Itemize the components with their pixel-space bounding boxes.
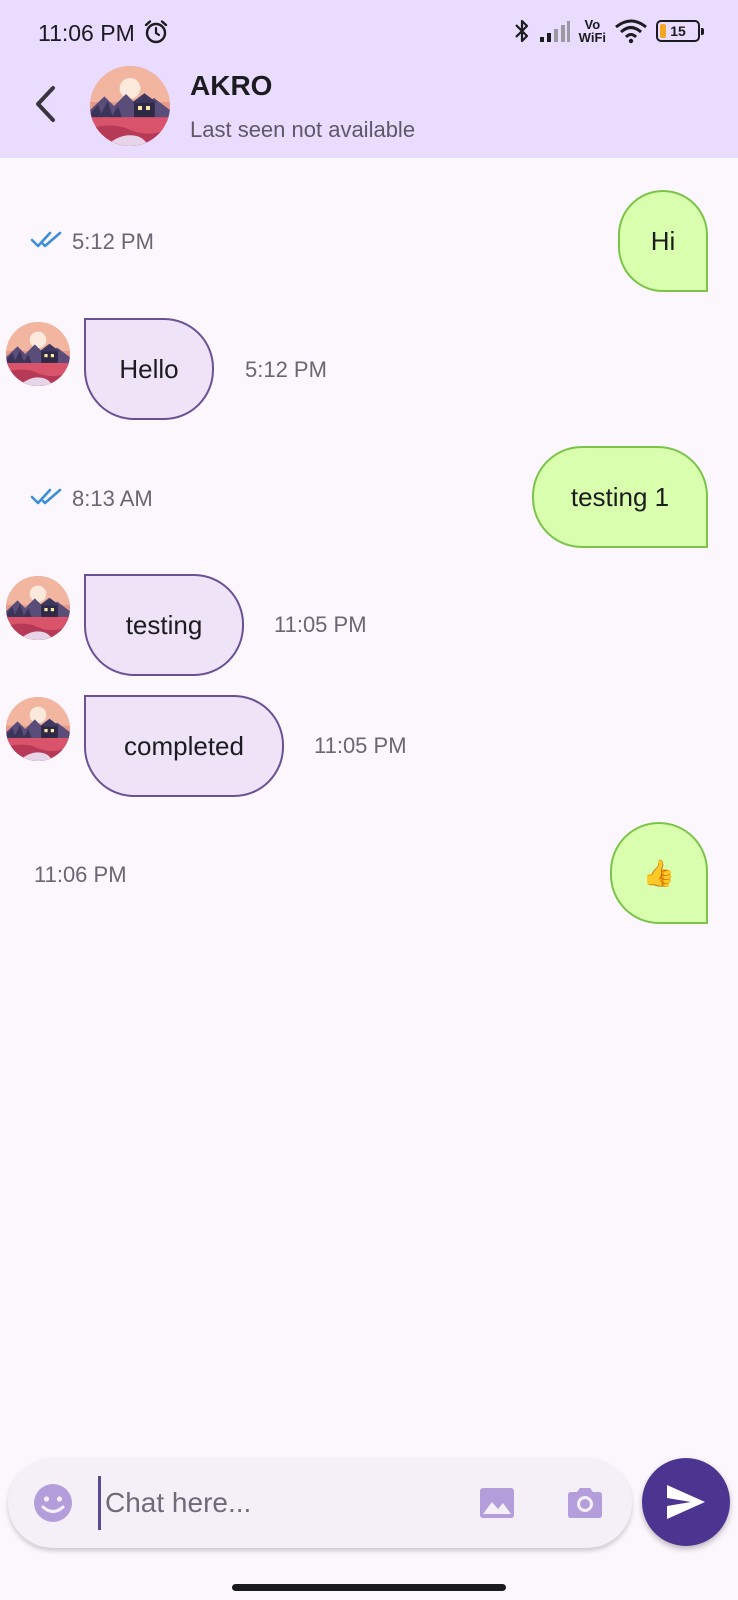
avatar-image: [6, 576, 70, 640]
message-time: 8:13 AM: [72, 486, 153, 511]
emoji-icon[interactable]: [32, 1482, 74, 1524]
status-time: 11:06 PM: [38, 20, 135, 46]
message-emoji: 👍: [642, 857, 676, 888]
message-time: 5:12 PM: [72, 229, 154, 254]
camera-icon[interactable]: [564, 1482, 606, 1524]
message-composer: [8, 1458, 632, 1548]
alarm-icon: [144, 20, 168, 44]
outgoing-message-bubble[interactable]: Hi: [618, 190, 708, 292]
app-header: 11:06 PM Vo WiFi 15 AKRO Last seen not a…: [0, 0, 738, 158]
bluetooth-icon: [514, 19, 528, 43]
outgoing-message-bubble[interactable]: 👍: [610, 822, 708, 924]
gallery-icon[interactable]: [476, 1482, 518, 1524]
send-icon: [667, 1485, 705, 1519]
sender-avatar[interactable]: [6, 322, 70, 386]
avatar-image: [6, 322, 70, 386]
signal-icon: [539, 21, 570, 42]
incoming-message-bubble[interactable]: testing: [84, 574, 244, 676]
back-arrow-icon: [36, 86, 55, 122]
avatar-image: [6, 697, 70, 761]
back-button[interactable]: [26, 80, 66, 128]
message-text: Hello: [119, 353, 179, 384]
home-indicator[interactable]: [232, 1584, 506, 1591]
status-icons: Vo WiFi 15: [513, 16, 704, 46]
incoming-message-bubble[interactable]: Hello: [84, 318, 214, 420]
read-receipt-icon: [30, 488, 62, 505]
send-button[interactable]: [642, 1458, 730, 1546]
message-text: completed: [124, 730, 244, 761]
sender-avatar[interactable]: [6, 697, 70, 761]
avatar-image: [90, 66, 170, 146]
sender-avatar[interactable]: [6, 576, 70, 640]
wifi-icon: [615, 19, 647, 44]
message-text: Hi: [650, 225, 676, 256]
contact-avatar[interactable]: [90, 66, 170, 146]
message-time: 11:05 PM: [314, 733, 407, 758]
outgoing-message-bubble[interactable]: testing 1: [532, 446, 708, 548]
battery-indicator: 15: [656, 20, 704, 42]
contact-name[interactable]: AKRO: [190, 70, 272, 102]
contact-status: Last seen not available: [190, 117, 416, 142]
message-time: 5:12 PM: [245, 357, 327, 382]
message-time: 11:05 PM: [274, 612, 367, 637]
chat-input[interactable]: [98, 1476, 458, 1530]
status-bar: 11:06 PM Vo WiFi 15: [0, 0, 738, 62]
message-time: 11:06 PM: [34, 862, 127, 887]
battery-level: [660, 24, 666, 38]
read-receipt-icon: [30, 231, 62, 248]
vowifi-label: Vo WiFi: [578, 17, 606, 45]
incoming-message-bubble[interactable]: completed: [84, 695, 284, 797]
message-text: testing 1: [570, 481, 670, 512]
message-text: testing: [125, 609, 203, 640]
